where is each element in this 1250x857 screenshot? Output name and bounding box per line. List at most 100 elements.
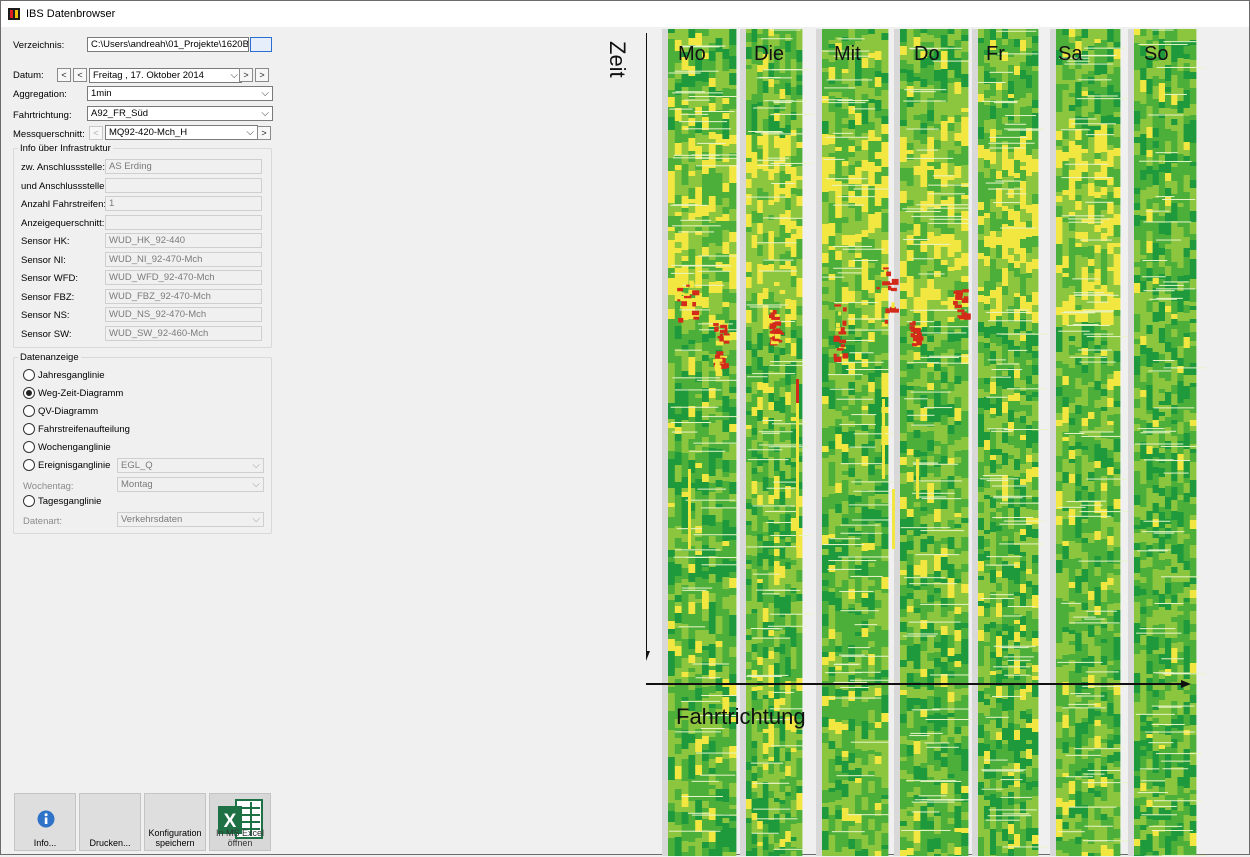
datum-picker[interactable]: Freitag , 17. Oktober 2014 ⌵ <box>89 68 242 83</box>
window-title: IBS Datenbrowser <box>26 8 115 20</box>
app-window: IBS Datenbrowser Verzeichnis: C:\Users\a… <box>0 0 1250 855</box>
messquerschnitt-select[interactable]: MQ92-420-Mch_H ⌵ <box>105 125 258 140</box>
slowdown-streak <box>916 459 919 499</box>
info-row-value: WUD_HK_92-440 <box>105 233 262 248</box>
info-row-value: WUD_NI_92-470-Mch <box>105 252 262 267</box>
konfiguration-label-line2: speichern <box>155 838 194 848</box>
chevron-down-icon: ⌵ <box>246 126 254 139</box>
radio-weg-zeit-diagramm[interactable] <box>23 387 35 399</box>
radio-label: Jahresganglinie <box>38 370 105 381</box>
info-button-label: Info... <box>15 838 75 848</box>
aggregation-label: Aggregation: <box>13 89 67 100</box>
mq-next-button[interactable]: > <box>257 126 271 140</box>
info-row-label: Sensor NS: <box>21 310 70 321</box>
day-label: Fr <box>986 43 1005 66</box>
date-prev-button[interactable]: < <box>73 68 87 82</box>
radio-fahrstreifenaufteilung[interactable] <box>23 423 35 435</box>
info-row-label: Sensor WFD: <box>21 273 78 284</box>
konfiguration-button-label: Konfiguration speichern <box>145 828 205 848</box>
infrastruktur-group-title: Info über Infrastruktur <box>18 143 113 154</box>
day-column-Mit <box>816 29 902 856</box>
datenart-value: Verkehrsdaten <box>121 514 182 525</box>
day-column-Sa <box>1050 29 1131 856</box>
radio-label: Tagesganglinie <box>38 496 101 507</box>
slowdown-streak <box>882 399 885 479</box>
radio-label: Ereignisganglinie <box>38 460 110 471</box>
info-row-label: Sensor SW: <box>21 329 72 340</box>
x-axis-label: Fahrtrichtung <box>676 704 806 730</box>
heatmap-canvas <box>646 29 1206 856</box>
info-row-label: Anzahl Fahrstreifen: <box>21 199 106 210</box>
slowdown-streak <box>688 469 691 549</box>
info-row-value: WUD_NS_92-470-Mch <box>105 307 262 322</box>
excel-button[interactable]: X In MS Excel öffnen <box>209 793 271 851</box>
info-row-label: und Anschlussstelle: <box>21 181 107 192</box>
info-row-value <box>105 178 262 193</box>
info-icon <box>37 810 55 828</box>
ereignis-select[interactable]: EGL_Q ⌵ <box>117 458 264 473</box>
radio-label: QV-Diagramm <box>38 406 98 417</box>
radio-ereignisganglinie[interactable] <box>23 459 35 471</box>
date-first-button[interactable]: < <box>57 68 71 82</box>
info-row-value: 1 <box>105 196 262 211</box>
day-label: Mit <box>834 43 861 66</box>
day-label: Mo <box>678 43 706 66</box>
messquerschnitt-value: MQ92-420-Mch_H <box>109 127 187 138</box>
slowdown-streak <box>892 489 895 549</box>
radio-qv-diagramm[interactable] <box>23 405 35 417</box>
slowdown-streak <box>796 379 799 549</box>
wochentag-value: Montag <box>121 479 153 490</box>
chevron-down-icon: ⌵ <box>252 513 260 526</box>
app-icon <box>8 8 20 20</box>
wochentag-label: Wochentag: <box>23 481 74 492</box>
wochentag-select[interactable]: Montag ⌵ <box>117 477 264 492</box>
fahrtrichtung-value: A92_FR_Süd <box>91 108 148 119</box>
excel-button-label: In MS Excel öffnen <box>210 828 270 848</box>
datenart-label: Datenart: <box>23 516 62 527</box>
messquerschnitt-label: Messquerschnitt: <box>13 129 85 140</box>
datum-label: Datum: <box>13 70 44 81</box>
info-row-label: Sensor FBZ: <box>21 292 74 303</box>
drucken-button[interactable]: Drucken... <box>79 793 141 851</box>
radio-label: Wochenganglinie <box>38 442 111 453</box>
day-label: Do <box>914 43 940 66</box>
radio-label: Fahrstreifenaufteilung <box>38 424 130 435</box>
radio-jahresganglinie[interactable] <box>23 369 35 381</box>
day-label: Sa <box>1058 43 1082 66</box>
info-row-value: AS Erding <box>105 159 262 174</box>
info-row-value: WUD_SW_92-460-Mch <box>105 326 262 341</box>
date-last-button[interactable]: > <box>255 68 269 82</box>
verzeichnis-field[interactable]: C:\Users\andreah\01_Projekte\1620B/ <box>87 37 249 52</box>
radio-wochenganglinie[interactable] <box>23 441 35 453</box>
radio-label: Weg-Zeit-Diagramm <box>38 388 123 399</box>
browse-button[interactable] <box>250 37 272 52</box>
y-axis-label: Zeit <box>604 41 630 78</box>
day-label: So <box>1144 43 1168 66</box>
radio-tagesganglinie[interactable] <box>23 495 35 507</box>
ereignis-value: EGL_Q <box>121 460 153 471</box>
day-column-Do <box>894 29 986 856</box>
day-column-Die <box>740 29 815 856</box>
chevron-down-icon: ⌵ <box>252 459 260 472</box>
aggregation-value: 1min <box>91 88 112 99</box>
date-next-button[interactable]: > <box>239 68 253 82</box>
info-row-label: zw. Anschlussstelle: <box>21 162 105 173</box>
konfiguration-speichern-button[interactable]: Konfiguration speichern <box>144 793 206 851</box>
aggregation-select[interactable]: 1min ⌵ <box>87 86 273 101</box>
info-row-value: WUD_WFD_92-470-Mch <box>105 270 262 285</box>
drucken-button-label: Drucken... <box>80 838 140 848</box>
day-column-So <box>1128 29 1206 856</box>
info-row-value <box>105 215 262 230</box>
chevron-down-icon: ⌵ <box>261 107 269 120</box>
verzeichnis-label: Verzeichnis: <box>13 40 64 51</box>
fahrtrichtung-select[interactable]: A92_FR_Süd ⌵ <box>87 106 273 121</box>
datenart-select[interactable]: Verkehrsdaten ⌵ <box>117 512 264 527</box>
chevron-down-icon: ⌵ <box>252 478 260 491</box>
info-button[interactable]: Info... <box>14 793 76 851</box>
mq-prev-button[interactable]: < <box>89 126 103 140</box>
day-label: Die <box>754 43 784 66</box>
day-column-Mo <box>662 29 753 856</box>
chevron-down-icon: ⌵ <box>230 69 238 82</box>
title-bar: IBS Datenbrowser <box>1 1 1249 27</box>
weg-zeit-diagramm: Zeit Fahrtrichtung MoDieMitDoFrSaSo <box>646 29 1206 857</box>
